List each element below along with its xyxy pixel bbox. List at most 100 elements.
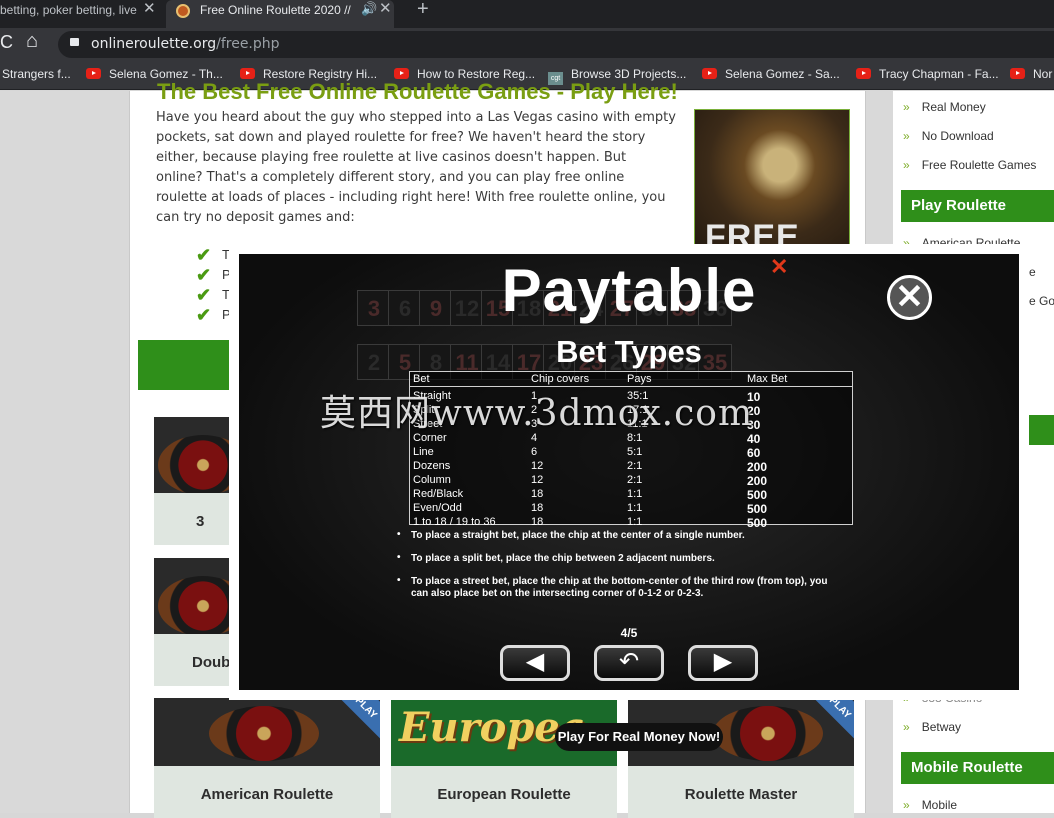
- youtube-icon: [394, 68, 409, 79]
- speaker-icon[interactable]: 🔊: [361, 0, 377, 17]
- arrow-icon: »: [903, 720, 910, 734]
- url-path: /free.php: [216, 36, 280, 52]
- table-cell-max: 500: [747, 488, 768, 502]
- table-cell-pays: 1:1: [627, 502, 643, 514]
- bookmark-label: Strangers f...: [2, 67, 71, 81]
- game-tile-3-wheel[interactable]: 3 Wh: [154, 417, 230, 545]
- game-label: European Roulette: [391, 766, 617, 818]
- arrow-left-icon: ◀: [525, 648, 545, 675]
- game-tile-double[interactable]: Doub: [154, 558, 230, 686]
- instruction-note: To place a street bet, place the chip at…: [397, 575, 847, 600]
- table-cell-pays: 1:1: [627, 488, 643, 500]
- table-cell-covers: 6: [531, 446, 538, 458]
- table-cell-max: 60: [747, 446, 761, 460]
- game-label: Doub: [154, 634, 230, 686]
- sidebar-heading-play-roulette: Play Roulette: [901, 190, 1054, 222]
- game-tile-european-roulette[interactable]: Europea European Roulette: [391, 698, 617, 818]
- sidebar-label: Mobile: [921, 798, 958, 812]
- game-tile-roulette-master[interactable]: PLAY Roulette Master: [628, 698, 854, 818]
- page-indicator: 4/5: [620, 626, 638, 640]
- lock-icon: [70, 38, 79, 46]
- table-cell-bet: Red/Black: [413, 488, 464, 500]
- sidebar-label: Real Money: [921, 100, 986, 114]
- url-text: onlineroulette.org/free.php: [91, 36, 280, 52]
- sidebar-item-mobile[interactable]: » Mobile: [903, 798, 957, 812]
- table-cell-covers: 12: [531, 460, 544, 472]
- close-modal-icon[interactable]: ✕: [770, 256, 788, 278]
- bookmark-label: Tracy Chapman - Fa...: [879, 67, 999, 81]
- roulette-game: 3 6 9 12 15 18 21 24 27 30 33 36 2 5 8 11 14 17 20 23 26 29 32…: [239, 254, 1019, 690]
- bookmark-selena-gomez-sa[interactable]: Selena Gomez - Sa...: [702, 67, 840, 81]
- roulette-wheel-icon: [158, 435, 230, 495]
- play-badge: PLAY: [333, 698, 380, 741]
- bookmark-strangers[interactable]: Strangers f...: [2, 67, 71, 81]
- sidebar-item-real-money[interactable]: » Real Money: [903, 100, 986, 114]
- tab-betting[interactable]: betting, poker betting, live ✕: [0, 0, 165, 28]
- table-cell-max: 200: [747, 460, 768, 474]
- table-cell-bet: Line: [413, 446, 434, 458]
- table-cell-pays: 2:1: [627, 460, 643, 472]
- instruction-note: To place a straight bet, place the chip …: [397, 529, 847, 542]
- game-label: American Roulette: [154, 766, 380, 818]
- check-icon: ✔ P: [196, 305, 231, 325]
- check-icon: ✔ P: [196, 265, 231, 285]
- back-button[interactable]: ↶: [594, 645, 664, 681]
- table-cell-bet: Even/Odd: [413, 502, 462, 514]
- sidebar-label: Free Roulette Games: [921, 158, 1037, 172]
- table-cell-pays: 2:1: [627, 474, 643, 486]
- next-page-button[interactable]: ▶: [688, 645, 758, 681]
- check-icon: ✔ T: [196, 285, 230, 305]
- bet-instructions: To place a straight bet, place the chip …: [397, 529, 847, 611]
- reload-icon[interactable]: C: [0, 32, 13, 53]
- table-cell-covers: 18: [531, 502, 544, 514]
- return-icon: ↶: [618, 648, 640, 675]
- home-icon[interactable]: ⌂: [26, 30, 38, 53]
- table-cell-max: 500: [747, 516, 768, 530]
- sidebar-label: e: [1029, 265, 1036, 279]
- previous-page-button[interactable]: ◀: [500, 645, 570, 681]
- close-icon[interactable]: ✕: [887, 275, 932, 320]
- sidebar-item-betway[interactable]: » Betway: [903, 720, 961, 734]
- table-cell-covers: 18: [531, 516, 544, 528]
- youtube-icon: [702, 68, 717, 79]
- game-label: 3 Wh: [154, 493, 230, 545]
- roulette-wheel-icon: [158, 576, 230, 636]
- tab-close-icon[interactable]: ✕: [379, 0, 392, 17]
- table-cell-bet: 1 to 18 / 19 to 36: [413, 516, 496, 528]
- tab-strip: betting, poker betting, live ✕ Free Onli…: [0, 0, 1054, 28]
- tab-title: betting, poker betting, live: [0, 3, 137, 17]
- youtube-icon: [86, 68, 101, 79]
- play-real-money-button[interactable]: Play For Real Money Now!: [555, 723, 723, 751]
- page-heading: The Best Free Online Roulette Games - Pl…: [157, 79, 678, 104]
- sidebar-heading-mobile-roulette: Mobile Roulette: [901, 752, 1054, 784]
- intro-paragraph: Have you heard about the guy who stepped…: [156, 110, 676, 225]
- site-favicon-icon: [176, 4, 190, 18]
- arrow-icon: »: [903, 129, 910, 143]
- section-bar: [138, 340, 238, 390]
- watermark: 莫西网www.3dmox.com: [320, 393, 754, 434]
- hero-roulette-image: FREE: [694, 109, 850, 256]
- table-cell-covers: 18: [531, 488, 544, 500]
- game-tile-american-roulette[interactable]: PLAY American Roulette: [154, 698, 380, 818]
- tab-free-online-roulette[interactable]: Free Online Roulette 2020 // 🔊 ✕: [166, 0, 394, 28]
- arrow-right-icon: ▶: [713, 648, 733, 675]
- tab-title: Free Online Roulette 2020 //: [200, 3, 351, 17]
- new-tab-icon[interactable]: +: [417, 0, 429, 21]
- bookmark-tracy-chapman[interactable]: Tracy Chapman - Fa...: [856, 67, 999, 81]
- bet-types-subtitle: Bet Types: [556, 334, 702, 369]
- roulette-wheel-icon: [713, 706, 823, 761]
- address-bar[interactable]: onlineroulette.org/free.php: [58, 31, 1054, 58]
- check-icon: ✔ T: [196, 245, 230, 265]
- arrow-icon: »: [903, 798, 910, 812]
- tab-close-icon[interactable]: ✕: [143, 0, 156, 17]
- table-cell-bet: Dozens: [413, 460, 451, 472]
- sidebar-item-free-roulette-games[interactable]: » Free Roulette Games: [903, 158, 1036, 172]
- sidebar-label: Betway: [921, 720, 962, 734]
- sidebar-item-no-download[interactable]: » No Download: [903, 129, 994, 143]
- sidebar-label: e Go: [1029, 294, 1054, 308]
- browser-toolbar: C ⌂ onlineroulette.org/free.php: [0, 28, 1054, 60]
- table-cell-bet: Column: [413, 474, 451, 486]
- bookmark-label: Nor: [1033, 67, 1053, 81]
- bookmark-nor[interactable]: Nor: [1010, 67, 1052, 81]
- youtube-icon: [856, 68, 871, 79]
